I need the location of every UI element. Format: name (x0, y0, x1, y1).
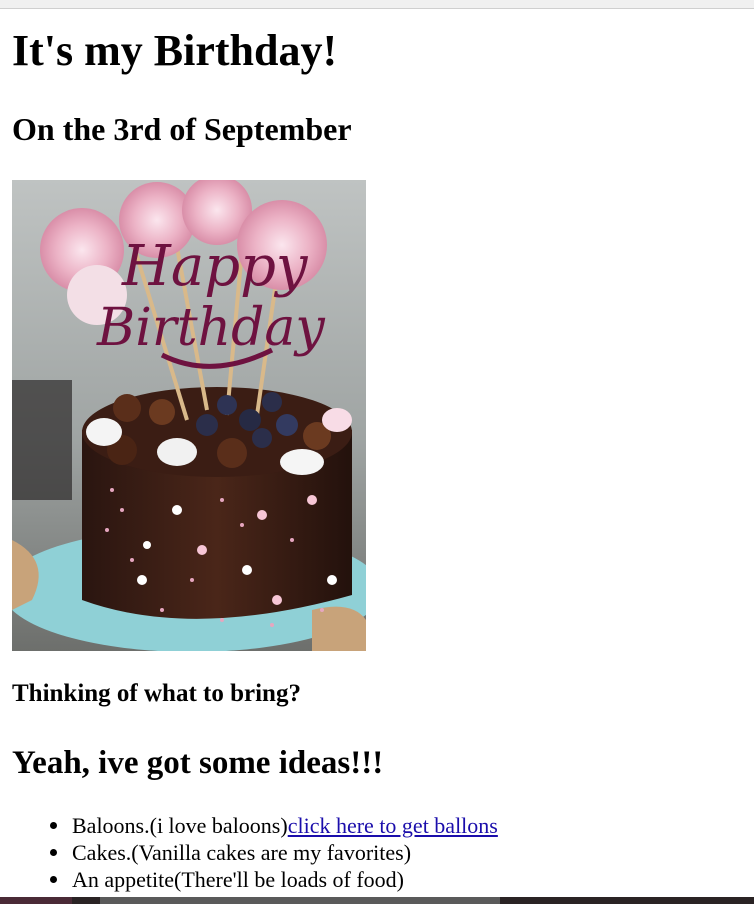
birthday-cake-image: Happy Birthday (12, 180, 366, 651)
ideas-list: Baloons.(i love baloons)click here to ge… (12, 812, 498, 893)
bullet-icon (50, 822, 57, 829)
list-item-text: An appetite(There'll be loads of food) (72, 867, 405, 892)
browser-top-edge (0, 0, 754, 9)
ideas-heading: Yeah, ive got some ideas!!! (12, 745, 384, 781)
topper-birthday: Birthday (96, 298, 325, 358)
page-subtitle: On the 3rd of September (12, 111, 352, 147)
bullet-icon (50, 876, 57, 883)
bullet-icon (50, 849, 57, 856)
taskbar-segment (0, 897, 72, 904)
topper-happy: Happy (121, 234, 309, 299)
taskbar-segment (100, 897, 500, 904)
list-item-text: Baloons.(i love baloons) (72, 813, 288, 838)
list-item: Cakes.(Vanilla cakes are my favorites) (12, 839, 498, 866)
taskbar-edge (0, 897, 754, 904)
page-title: It's my Birthday! (12, 26, 338, 75)
list-item-text: Cakes.(Vanilla cakes are my favorites) (72, 840, 412, 865)
list-item: An appetite(There'll be loads of food) (12, 866, 498, 893)
get-balloons-link[interactable]: click here to get ballons (288, 813, 498, 838)
question-heading: Thinking of what to bring? (12, 680, 301, 707)
list-item: Baloons.(i love baloons)click here to ge… (12, 812, 498, 839)
